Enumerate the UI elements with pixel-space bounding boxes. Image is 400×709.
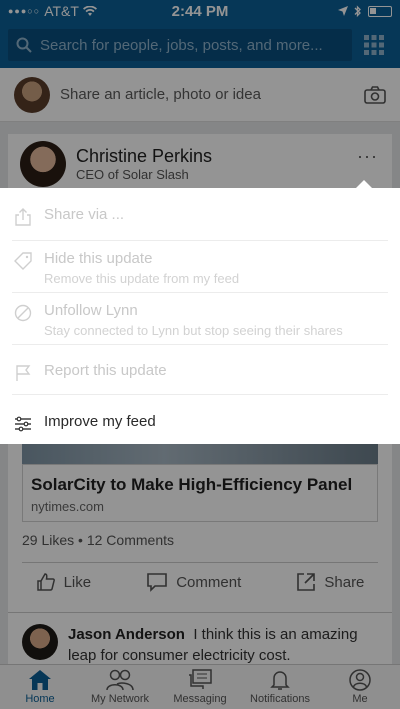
divider	[12, 240, 388, 241]
menu-item-report[interactable]: Report this update	[0, 362, 400, 382]
tag-icon	[14, 252, 32, 270]
flag-icon	[16, 365, 31, 381]
share-icon	[15, 208, 31, 226]
menu-item-unfollow[interactable]: Unfollow Lynn Stay connected to Lynn but…	[0, 302, 400, 338]
post-options-menu: Share via ... Hide this update Remove th…	[0, 180, 400, 444]
menu-item-share-via[interactable]: Share via ...	[0, 206, 400, 226]
block-icon	[14, 304, 32, 322]
divider	[12, 394, 388, 395]
menu-item-description: Stay connected to Lynn but stop seeing t…	[44, 323, 343, 338]
sliders-icon	[15, 416, 31, 432]
menu-item-label: Improve my feed	[44, 413, 156, 430]
menu-item-label: Share via ...	[44, 206, 125, 223]
divider	[12, 344, 388, 345]
menu-item-improve-feed[interactable]: Improve my feed	[0, 413, 400, 433]
menu-item-label: Report this update	[44, 362, 167, 379]
menu-item-description: Remove this update from my feed	[44, 271, 240, 286]
menu-pointer	[356, 180, 372, 188]
menu-item-label: Hide this update	[44, 250, 153, 267]
menu-item-label: Unfollow Lynn	[44, 302, 138, 319]
menu-item-hide-update[interactable]: Hide this update Remove this update from…	[0, 250, 400, 286]
divider	[12, 292, 388, 293]
